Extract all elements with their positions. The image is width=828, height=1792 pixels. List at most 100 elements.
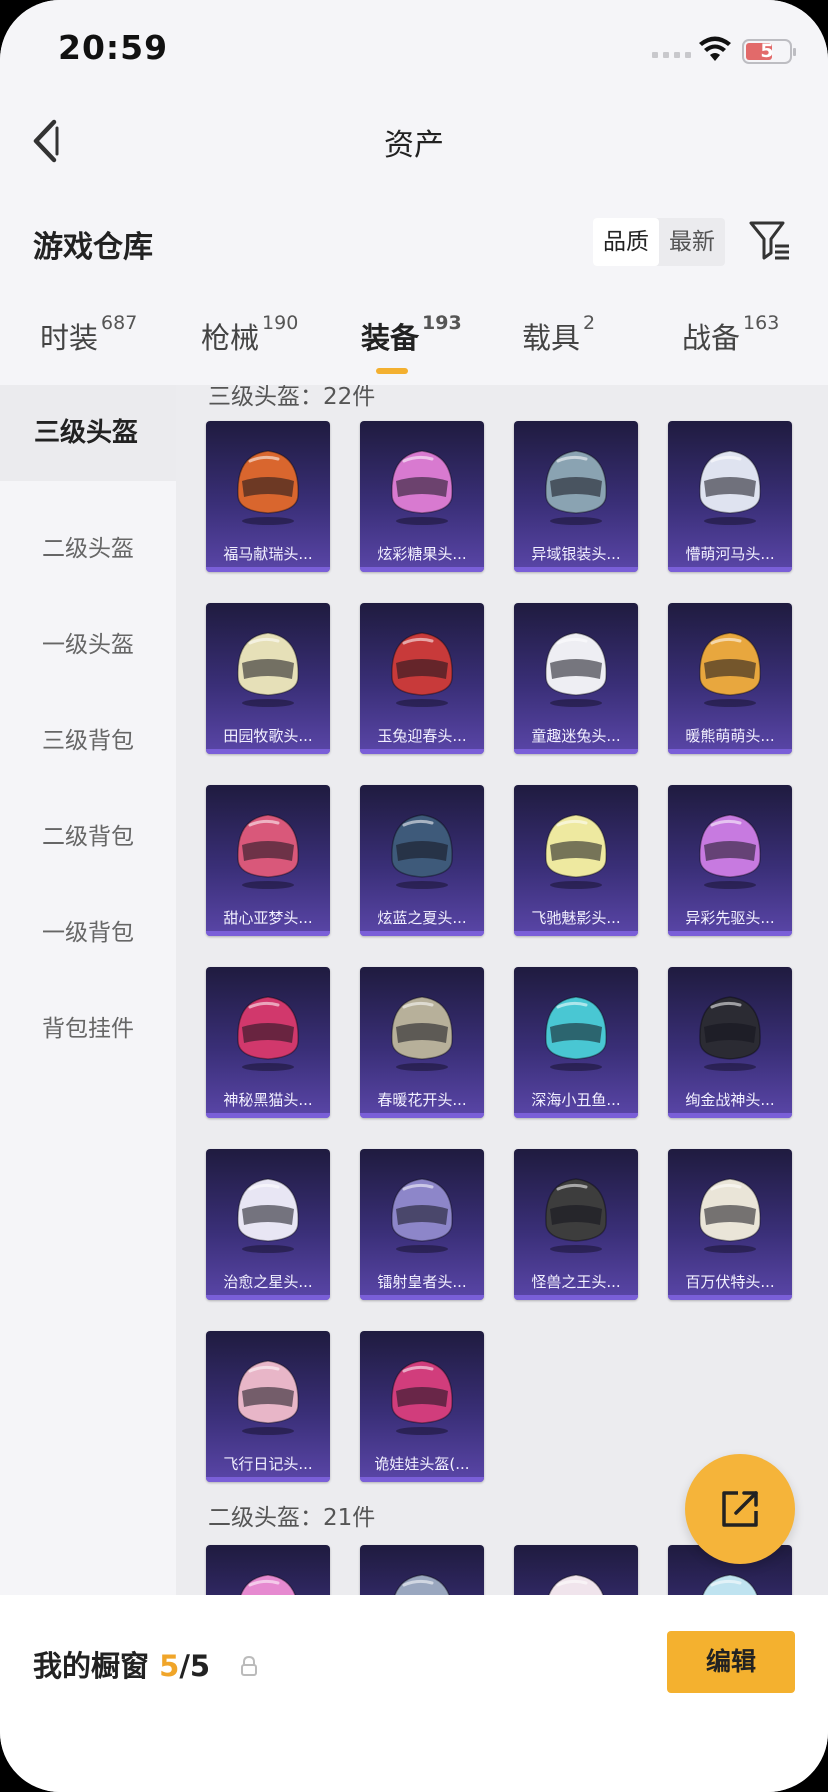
item-card-label: 飞驰魅影头... (531, 909, 621, 927)
helmet-icon (690, 619, 770, 709)
item-card-label: 深海小丑鱼... (531, 1091, 621, 1109)
item-card-label: 百万伏特头... (685, 1273, 775, 1291)
item-card-label: 炫彩糖果头... (377, 545, 467, 563)
sidebar-item-level3-helmet[interactable]: 三级头盔 (0, 385, 176, 481)
rarity-bar (360, 1113, 484, 1118)
rarity-bar (206, 567, 330, 572)
item-card[interactable]: 甜心亚梦头... (206, 785, 330, 936)
sort-newest-button[interactable]: 最新 (659, 218, 725, 266)
page-title: 资产 (384, 128, 444, 163)
item-card[interactable]: 异彩先驱头... (668, 785, 792, 936)
item-card-label: 田园牧歌头... (223, 727, 313, 745)
item-card-label: 怪兽之王头... (531, 1273, 621, 1291)
helmet-icon (382, 983, 462, 1073)
battery-icon: 5 (742, 39, 796, 64)
status-time: 20:59 (58, 28, 169, 67)
filter-icon[interactable] (748, 218, 792, 262)
item-card[interactable]: 童趣迷兔头... (514, 603, 638, 754)
warehouse-title: 游戏仓库 (33, 230, 153, 265)
rarity-bar (668, 931, 792, 936)
category-tabs: 时装 687 枪械 190 装备 193 载具 2 战备 163 (0, 312, 828, 385)
tab-fashion[interactable]: 时装 687 (40, 312, 137, 357)
showcase-current: 5 (159, 1649, 180, 1683)
item-card-label: 镭射皇者头... (377, 1273, 467, 1291)
top-area: 20:59 5 资产 游戏仓库 品质 最新 时装 687 枪械 190 装备 1… (0, 0, 828, 385)
tab-equipment[interactable]: 装备 193 (361, 312, 462, 374)
helmet-icon (690, 437, 770, 527)
helmet-icon (382, 1347, 462, 1437)
helmet-icon (228, 1347, 308, 1437)
item-card[interactable] (360, 1545, 484, 1595)
item-card[interactable]: 神秘黑猫头... (206, 967, 330, 1118)
active-tab-indicator (376, 368, 408, 374)
sidebar-item-level1-helmet[interactable]: 一级头盔 (0, 625, 176, 659)
rarity-bar (206, 1295, 330, 1300)
status-bar: 20:59 5 (0, 0, 828, 100)
item-card[interactable] (514, 1545, 638, 1595)
rarity-bar (514, 749, 638, 754)
item-card[interactable]: 炫彩糖果头... (360, 421, 484, 572)
sidebar-item-level2-backpack[interactable]: 二级背包 (0, 817, 176, 851)
rarity-bar (206, 749, 330, 754)
share-icon (722, 1491, 758, 1527)
sort-quality-button[interactable]: 品质 (593, 218, 659, 266)
showcase-label: 我的橱窗 5/5 (33, 1649, 211, 1683)
helmet-icon (228, 801, 308, 891)
item-card[interactable]: 春暖花开头... (360, 967, 484, 1118)
item-card-label: 绚金战神头... (685, 1091, 775, 1109)
sidebar-item-level3-backpack[interactable]: 三级背包 (0, 721, 176, 755)
rarity-bar (206, 1113, 330, 1118)
lock-icon (241, 1655, 257, 1676)
helmet-icon (228, 619, 308, 709)
showcase-bar: 我的橱窗 5/5 编辑 (0, 1595, 828, 1792)
item-card-label: 暖熊萌萌头... (685, 727, 775, 745)
helmet-icon (536, 983, 616, 1073)
item-card-label: 懵萌河马头... (685, 545, 775, 563)
section-heading-level3: 三级头盔：22件 (208, 385, 376, 410)
rarity-bar (514, 931, 638, 936)
share-button[interactable] (685, 1454, 795, 1564)
signal-icon (652, 52, 691, 58)
item-card-label: 异域银装头... (531, 545, 621, 563)
rarity-bar (360, 567, 484, 572)
item-card[interactable]: 飞驰魅影头... (514, 785, 638, 936)
item-card[interactable]: 玉兔迎春头... (360, 603, 484, 754)
item-card[interactable]: 治愈之星头... (206, 1149, 330, 1300)
item-card-label: 炫蓝之夏头... (377, 909, 467, 927)
item-card[interactable] (206, 1545, 330, 1595)
item-card[interactable]: 镭射皇者头... (360, 1149, 484, 1300)
helmet-icon (228, 1165, 308, 1255)
item-card-label: 诡娃娃头盔(... (374, 1455, 470, 1473)
item-card-label: 玉兔迎春头... (377, 727, 467, 745)
item-card[interactable]: 异域银装头... (514, 421, 638, 572)
item-card-label: 治愈之星头... (223, 1273, 313, 1291)
rarity-bar (360, 1477, 484, 1482)
helmet-icon (536, 801, 616, 891)
item-card[interactable]: 福马献瑞头... (206, 421, 330, 572)
tab-weapons[interactable]: 枪械 190 (201, 312, 298, 357)
item-card[interactable]: 田园牧歌头... (206, 603, 330, 754)
item-card[interactable]: 怪兽之王头... (514, 1149, 638, 1300)
item-card[interactable]: 百万伏特头... (668, 1149, 792, 1300)
sort-toggle[interactable]: 品质 最新 (593, 218, 725, 266)
edit-button[interactable]: 编辑 (667, 1631, 795, 1693)
item-card[interactable]: 飞行日记头... (206, 1331, 330, 1482)
item-card[interactable]: 深海小丑鱼... (514, 967, 638, 1118)
sidebar-item-backpack-charms[interactable]: 背包挂件 (0, 1009, 176, 1043)
rarity-bar (668, 567, 792, 572)
tab-vehicles[interactable]: 载具 2 (522, 312, 595, 357)
helmet-icon (690, 801, 770, 891)
item-card[interactable]: 炫蓝之夏头... (360, 785, 484, 936)
item-card[interactable]: 绚金战神头... (668, 967, 792, 1118)
rarity-bar (206, 1477, 330, 1482)
sidebar-item-level1-backpack[interactable]: 一级背包 (0, 913, 176, 947)
item-card[interactable]: 暖熊萌萌头... (668, 603, 792, 754)
item-card[interactable]: 懵萌河马头... (668, 421, 792, 572)
item-card[interactable]: 诡娃娃头盔(... (360, 1331, 484, 1482)
rarity-bar (206, 931, 330, 936)
helmet-icon (690, 1165, 770, 1255)
item-card-label: 异彩先驱头... (685, 909, 775, 927)
tab-supplies[interactable]: 战备 163 (682, 312, 779, 357)
wifi-icon (699, 36, 731, 61)
sidebar-item-level2-helmet[interactable]: 二级头盔 (0, 529, 176, 563)
